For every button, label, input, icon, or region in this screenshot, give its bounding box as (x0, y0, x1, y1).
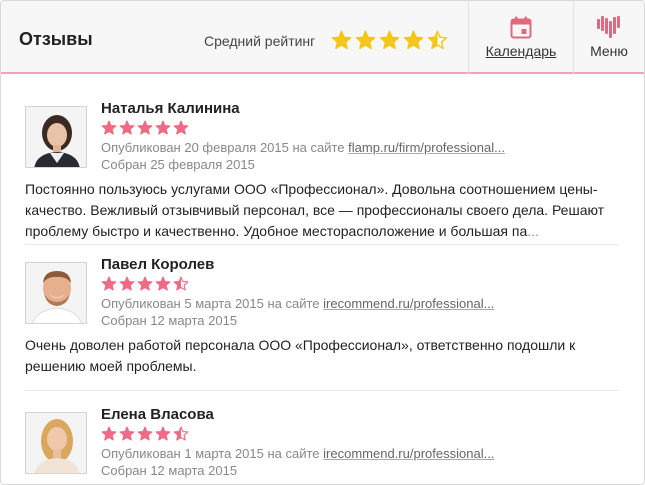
review-body: Очень доволен работой персонала ООО «Про… (25, 337, 576, 374)
calendar-button[interactable]: Календарь (468, 1, 573, 74)
published-info: Опубликован 5 марта 2015 на сайте irecom… (101, 296, 494, 311)
star-full-icon (101, 426, 117, 441)
review-rating-stars (101, 120, 189, 136)
source-link[interactable]: flamp.ru/firm/professional... (348, 140, 505, 155)
star-full-icon (137, 426, 153, 441)
avatar (25, 106, 87, 168)
star-half-icon (173, 426, 189, 441)
calendar-icon (510, 15, 532, 39)
average-rating-label: Средний рейтинг (204, 33, 316, 49)
collected-date: Собран 25 февраля 2015 (101, 157, 255, 172)
star-full-icon (101, 276, 117, 291)
review-body: Постоянно пользуюсь услугами ООО «Профес… (25, 181, 605, 239)
star-half-icon (173, 276, 189, 291)
read-more-link[interactable]: ... (527, 223, 539, 239)
star-full-icon (101, 120, 117, 135)
star-full-icon (155, 120, 171, 135)
reviewer-name: Елена Власова (101, 406, 214, 423)
reviewer-name: Наталья Калинина (101, 100, 240, 117)
star-full-icon (173, 120, 189, 135)
review-rating-stars (101, 426, 189, 442)
star-full-icon (155, 276, 171, 291)
avatar (25, 262, 87, 324)
star-full-icon (379, 30, 400, 50)
collected-date: Собран 12 марта 2015 (101, 313, 238, 328)
star-full-icon (331, 30, 352, 50)
review-item: Наталья Калинина Опубликован 20 февраля … (25, 100, 619, 245)
reviewer-name: Павел Королев (101, 256, 215, 273)
menu-label: Меню (590, 43, 628, 59)
star-full-icon (137, 276, 153, 291)
published-text: Опубликован 5 марта 2015 на сайте (101, 296, 320, 311)
star-full-icon (355, 30, 376, 50)
collected-date: Собран 12 марта 2015 (101, 463, 238, 478)
published-info: Опубликован 20 февраля 2015 на сайте fla… (101, 140, 505, 155)
star-half-icon (427, 30, 448, 50)
published-text: Опубликован 20 февраля 2015 на сайте (101, 140, 345, 155)
published-info: Опубликован 1 марта 2015 на сайте irecom… (101, 446, 494, 461)
star-full-icon (155, 426, 171, 441)
star-full-icon (119, 120, 135, 135)
star-full-icon (403, 30, 424, 50)
source-link[interactable]: irecommend.ru/professional... (323, 446, 494, 461)
reviews-widget: Отзывы Средний рейтинг Календарь Меню На… (0, 0, 645, 485)
reviews-list[interactable]: Наталья Калинина Опубликован 20 февраля … (1, 76, 644, 484)
published-text: Опубликован 1 марта 2015 на сайте (101, 446, 320, 461)
average-rating-stars (331, 30, 448, 51)
page-title: Отзывы (19, 29, 93, 49)
star-full-icon (137, 120, 153, 135)
review-text: Постоянно пользуюсь услугами ООО «Профес… (25, 179, 619, 242)
source-link[interactable]: irecommend.ru/professional... (323, 296, 494, 311)
calendar-label: Календарь (485, 43, 557, 59)
review-rating-stars (101, 276, 189, 292)
review-text: Очень доволен работой персонала ООО «Про… (25, 335, 619, 377)
menu-button[interactable]: Меню (573, 1, 644, 74)
review-item: Павел Королев Опубликован 5 марта 2015 н… (25, 256, 619, 391)
star-full-icon (119, 426, 135, 441)
header-bar: Отзывы Средний рейтинг Календарь Меню (1, 1, 644, 74)
avatar (25, 412, 87, 474)
heart-menu-icon (595, 15, 623, 39)
star-full-icon (119, 276, 135, 291)
review-item: Елена Власова Опубликован 1 марта 2015 н… (25, 406, 619, 484)
